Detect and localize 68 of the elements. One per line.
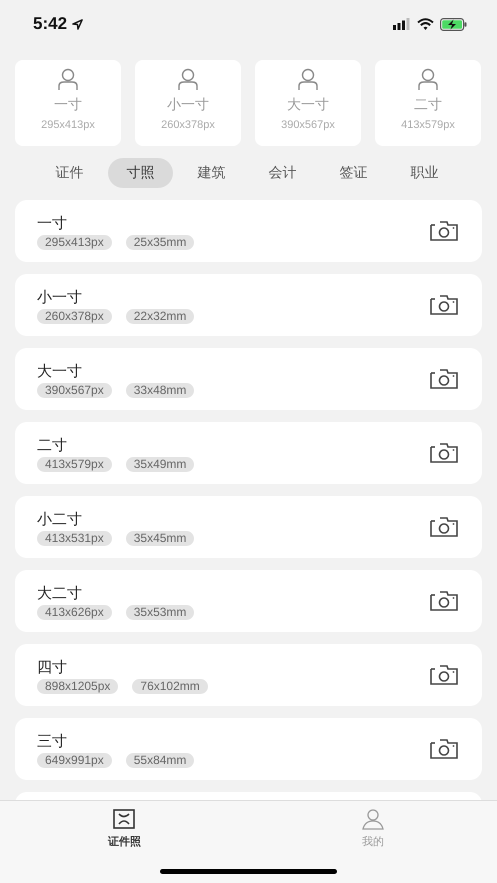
size-name: 小二寸: [37, 508, 83, 528]
size-name: 二寸: [37, 434, 68, 454]
pixel-size: 295x413px: [41, 119, 95, 131]
portrait-frame-icon: [113, 809, 136, 830]
size-row[interactable]: 四寸 898x1205px 76x102mm: [15, 644, 482, 706]
camera-icon: [428, 441, 460, 465]
mm-size-tag: 76x102mm: [132, 678, 208, 694]
mm-size-tag: 35x49mm: [126, 456, 194, 472]
camera-icon: [428, 219, 460, 243]
pixel-size: 260x378px: [161, 119, 215, 131]
size-row[interactable]: 大二寸 413x626px 35x53mm: [15, 570, 482, 632]
pixel-size-tag: 413x626px: [37, 604, 112, 620]
pixel-size-tag: 413x579px: [37, 456, 112, 472]
camera-icon: [428, 367, 460, 391]
pixel-size-tag: 649x991px: [37, 752, 112, 768]
size-name: 小一寸: [167, 96, 209, 115]
size-name: 二寸: [414, 96, 442, 115]
pixel-size-tag: 260x378px: [37, 308, 112, 324]
camera-icon: [428, 515, 460, 539]
category-tab[interactable]: 证件: [37, 158, 102, 188]
camera-icon: [428, 737, 460, 761]
mm-size-tag: 33x48mm: [126, 382, 194, 398]
pixel-size-tag: 413x531px: [37, 530, 112, 546]
size-name: 四寸: [37, 656, 68, 676]
size-name: 大二寸: [37, 582, 83, 602]
wifi-icon: [417, 18, 434, 30]
pixel-size-tag: 390x567px: [37, 382, 112, 398]
mm-size-tag: 25x35mm: [126, 234, 194, 250]
battery-charging-icon: [440, 18, 467, 30]
person-icon: [177, 68, 199, 91]
size-row[interactable]: 一寸 295x413px 25x35mm: [15, 200, 482, 262]
size-name: 大一寸: [37, 360, 83, 380]
nav-label: 我的: [362, 834, 384, 849]
clock-time: 5:42: [33, 14, 68, 34]
category-tab[interactable]: 签证: [321, 158, 386, 188]
nav-tab[interactable]: 证件照: [0, 809, 248, 851]
size-name: 一寸: [37, 212, 68, 232]
mm-size-tag: 22x32mm: [126, 308, 194, 324]
person-icon: [297, 68, 319, 91]
nav-label: 证件照: [108, 834, 141, 849]
size-row[interactable]: 大一寸 390x567px 33x48mm: [15, 348, 482, 410]
size-row[interactable]: 小一寸 260x378px 22x32mm: [15, 274, 482, 336]
mm-size-tag: 35x53mm: [126, 604, 194, 620]
camera-icon: [428, 293, 460, 317]
pixel-size: 390x567px: [281, 119, 335, 131]
size-row[interactable]: 小二寸 413x531px 35x45mm: [15, 496, 482, 558]
size-row[interactable]: 二寸 413x579px 35x49mm: [15, 422, 482, 484]
person-icon: [57, 68, 79, 91]
size-row[interactable]: 三寸 649x991px 55x84mm: [15, 718, 482, 780]
category-tab[interactable]: 会计: [250, 158, 315, 188]
size-name: 大一寸: [287, 96, 329, 115]
location-arrow-icon: [72, 18, 84, 30]
camera-icon: [428, 589, 460, 613]
category-tab[interactable]: 寸照: [108, 158, 173, 188]
signal-icon: [393, 18, 411, 30]
category-tab[interactable]: 职业: [392, 158, 457, 188]
mm-size-tag: 35x45mm: [126, 530, 194, 546]
person-icon: [417, 68, 439, 91]
pixel-size-tag: 295x413px: [37, 234, 112, 250]
size-name: 三寸: [37, 730, 68, 750]
pixel-size-tag: 898x1205px: [37, 678, 118, 694]
category-tab[interactable]: 建筑: [179, 158, 244, 188]
person-icon: [362, 809, 384, 830]
mm-size-tag: 55x84mm: [126, 752, 194, 768]
size-name: 一寸: [54, 96, 82, 115]
camera-icon: [428, 663, 460, 687]
pixel-size: 413x579px: [401, 119, 455, 131]
size-name: 小一寸: [37, 286, 83, 306]
